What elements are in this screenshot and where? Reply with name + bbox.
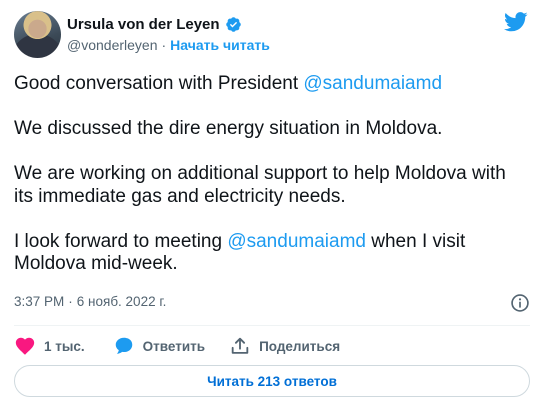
like-count: 1 тыс. <box>44 338 85 354</box>
mention-link[interactable]: @sandumaiamd <box>303 73 442 94</box>
like-button[interactable]: 1 тыс. <box>14 335 85 357</box>
twitter-bird-icon[interactable] <box>504 12 528 32</box>
tweet-card: Ursula von der Leyen @vonderleyen · Нача… <box>0 0 544 407</box>
reply-label: Ответить <box>142 338 206 354</box>
tweet-text: Good conversation with President <box>14 73 304 94</box>
info-icon[interactable] <box>510 293 530 313</box>
follow-button[interactable]: Начать читать <box>170 37 270 53</box>
tweet-paragraph: Good conversation with President @sandum… <box>14 73 530 96</box>
tweet-date: 6 нояб. 2022 г. <box>76 294 167 309</box>
author-name-row: Ursula von der Leyen <box>67 16 242 33</box>
tweet-body: Good conversation with President @sandum… <box>14 73 530 276</box>
heart-icon <box>15 337 35 355</box>
tweet-text: We are working on additional support to … <box>14 163 506 207</box>
author-handle[interactable]: @vonderleyen <box>67 37 158 53</box>
author-display-name[interactable]: Ursula von der Leyen <box>67 16 220 33</box>
reply-button[interactable]: Ответить <box>113 335 205 357</box>
reply-bubble-icon <box>115 337 132 354</box>
tweet-actions: 1 тыс. Ответить Поделиться <box>14 335 340 357</box>
handle-separator: · <box>161 37 167 53</box>
tweet-paragraph: We are working on additional support to … <box>14 163 530 208</box>
share-button[interactable]: Поделиться <box>229 335 340 357</box>
author-handle-row: @vonderleyen · Начать читать <box>67 37 270 53</box>
tweet-text: We discussed the dire energy situation i… <box>14 118 443 139</box>
share-label: Поделиться <box>259 338 341 354</box>
verified-badge-icon <box>225 17 241 32</box>
read-replies-button[interactable]: Читать 213 ответов <box>14 365 530 397</box>
tweet-timestamp[interactable]: 3:37 PM · 6 нояб. 2022 г. <box>14 294 166 309</box>
mention-link[interactable]: @sandumaiamd <box>227 231 366 252</box>
tweet-text: I look forward to meeting <box>14 230 228 252</box>
tweet-paragraph: We discussed the dire energy situation i… <box>14 118 530 141</box>
tweet-time: 3:37 PM <box>14 294 65 309</box>
tweet-paragraph: I look forward to meeting @sandumaiamd w… <box>14 231 530 276</box>
avatar[interactable] <box>14 11 61 58</box>
timestamp-separator: · <box>68 294 73 309</box>
divider <box>14 325 530 326</box>
share-upload-icon <box>231 337 249 354</box>
